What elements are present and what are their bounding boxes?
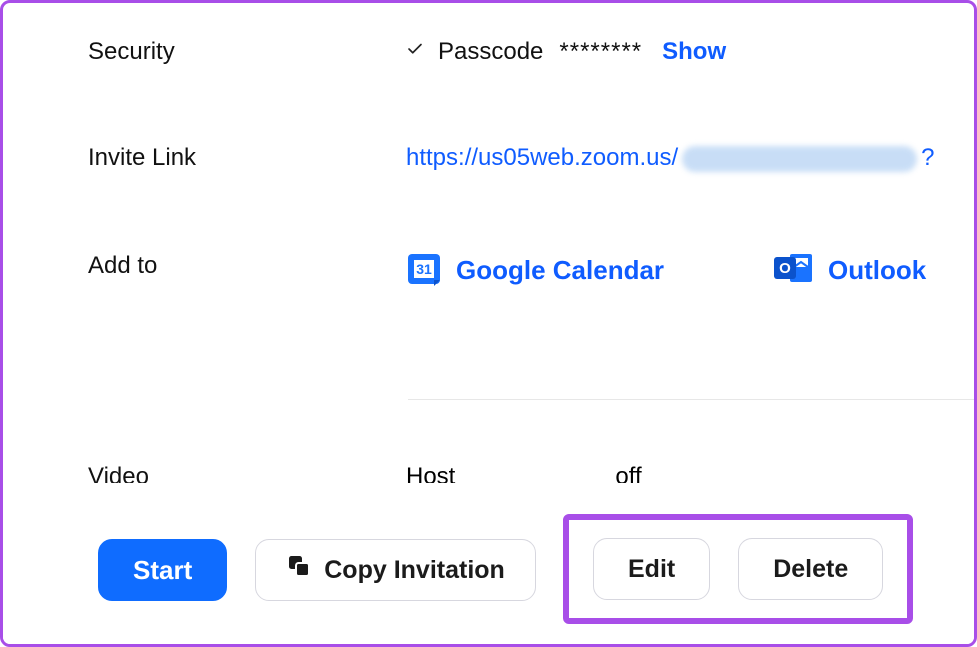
meeting-detail-panel: Security Passcode ******** Show Invite L… xyxy=(0,0,977,647)
start-button[interactable]: Start xyxy=(98,539,227,601)
security-label: Security xyxy=(88,38,406,66)
outlook-icon: O xyxy=(774,251,814,289)
edit-delete-highlight: Edit Delete xyxy=(563,514,913,624)
passcode-label: Passcode xyxy=(438,38,543,66)
show-passcode-button[interactable]: Show xyxy=(662,38,726,66)
google-calendar-button[interactable]: 31 Google Calendar xyxy=(406,250,664,290)
invite-link-label: Invite Link xyxy=(88,144,406,172)
section-divider xyxy=(408,399,974,400)
invite-link-text: https://us05web.zoom.us/ xyxy=(406,144,678,171)
svg-text:O: O xyxy=(779,260,791,277)
security-row: Security Passcode ******** Show xyxy=(88,38,974,66)
google-calendar-label: Google Calendar xyxy=(456,257,664,283)
meeting-details: Security Passcode ******** Show Invite L… xyxy=(3,3,974,290)
outlook-calendar-button[interactable]: O Outlook xyxy=(774,251,926,289)
check-icon xyxy=(406,40,424,64)
redacted-segment xyxy=(682,146,917,172)
invite-link-row: Invite Link https://us05web.zoom.us/? xyxy=(88,144,974,172)
edit-button[interactable]: Edit xyxy=(593,538,710,600)
copy-invitation-button[interactable]: Copy Invitation xyxy=(255,539,536,601)
svg-text:31: 31 xyxy=(416,261,432,277)
copy-invitation-label: Copy Invitation xyxy=(324,556,505,585)
security-value: Passcode ******** Show xyxy=(406,38,726,66)
invite-link-tail: ? xyxy=(921,144,934,171)
invite-link-value: https://us05web.zoom.us/? xyxy=(406,144,935,172)
copy-icon xyxy=(286,554,312,587)
invite-link[interactable]: https://us05web.zoom.us/? xyxy=(406,144,935,172)
add-to-label: Add to xyxy=(88,250,406,280)
delete-button[interactable]: Delete xyxy=(738,538,883,600)
passcode-mask: ******** xyxy=(559,38,642,66)
outlook-calendar-label: Outlook xyxy=(828,257,926,283)
add-to-row: Add to 31 Google Calendar xyxy=(88,250,974,290)
google-calendar-icon: 31 xyxy=(406,250,442,290)
footer-actions: Start Copy Invitation Edit Delete xyxy=(3,496,974,644)
add-to-value: 31 Google Calendar O xyxy=(406,250,926,290)
